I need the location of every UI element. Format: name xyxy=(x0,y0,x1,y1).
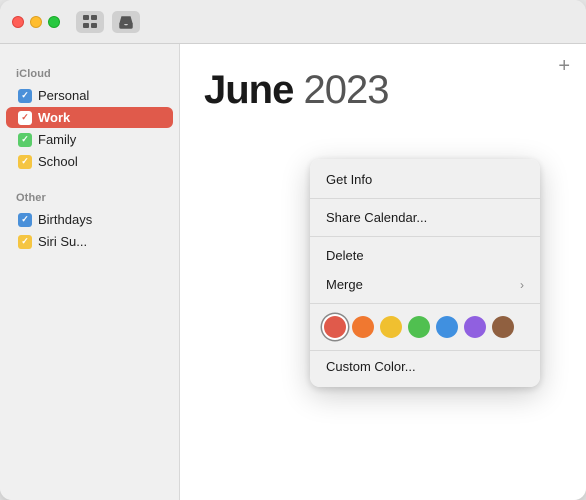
color-green[interactable] xyxy=(408,316,430,338)
add-button[interactable]: + xyxy=(558,56,570,76)
personal-checkbox xyxy=(18,89,32,103)
family-label: Family xyxy=(38,132,76,147)
siri-checkbox xyxy=(18,235,32,249)
sidebar-item-personal[interactable]: Personal xyxy=(6,85,173,106)
menu-separator-3 xyxy=(310,303,540,304)
sidebar-item-siri[interactable]: Siri Su... xyxy=(6,231,173,252)
sidebar-item-birthdays[interactable]: Birthdays xyxy=(6,209,173,230)
menu-separator-4 xyxy=(310,350,540,351)
app-window: iCloud Personal Work Family School Other xyxy=(0,0,586,500)
traffic-lights xyxy=(12,16,60,28)
icloud-section-label: iCloud xyxy=(0,64,179,84)
color-blue[interactable] xyxy=(436,316,458,338)
birthdays-checkbox xyxy=(18,213,32,227)
personal-label: Personal xyxy=(38,88,89,103)
other-section-label: Other xyxy=(0,188,179,208)
year-value: 2023 xyxy=(303,68,388,112)
color-purple[interactable] xyxy=(464,316,486,338)
month-name: June xyxy=(204,68,293,112)
close-button[interactable] xyxy=(12,16,24,28)
sidebar: iCloud Personal Work Family School Other xyxy=(0,44,180,500)
content-area: iCloud Personal Work Family School Other xyxy=(0,44,586,500)
menu-item-custom-color[interactable]: Custom Color... xyxy=(310,355,540,381)
work-checkbox xyxy=(18,111,32,125)
main-content: + June 2023 Get Info Share Calendar... D… xyxy=(180,44,586,500)
work-label: Work xyxy=(38,110,70,125)
sidebar-item-family[interactable]: Family xyxy=(6,129,173,150)
menu-separator-1 xyxy=(310,198,540,199)
toolbar-icons xyxy=(76,11,140,33)
maximize-button[interactable] xyxy=(48,16,60,28)
calendar-grid-icon[interactable] xyxy=(76,11,104,33)
context-menu: Get Info Share Calendar... Delete Merge … xyxy=(310,159,540,387)
color-brown[interactable] xyxy=(492,316,514,338)
color-red[interactable] xyxy=(324,316,346,338)
school-label: School xyxy=(38,154,78,169)
menu-item-share-calendar[interactable]: Share Calendar... xyxy=(310,203,540,232)
color-yellow[interactable] xyxy=(380,316,402,338)
birthdays-label: Birthdays xyxy=(38,212,92,227)
inbox-svg xyxy=(118,14,134,30)
menu-item-delete[interactable]: Delete xyxy=(310,241,540,270)
minimize-button[interactable] xyxy=(30,16,42,28)
menu-item-merge[interactable]: Merge › xyxy=(310,270,540,299)
siri-label: Siri Su... xyxy=(38,234,87,249)
menu-separator-2 xyxy=(310,236,540,237)
color-orange[interactable] xyxy=(352,316,374,338)
grid-icon xyxy=(82,14,98,30)
sidebar-item-work[interactable]: Work xyxy=(6,107,173,128)
month-title: June 2023 xyxy=(204,68,562,113)
color-picker-row xyxy=(310,308,540,346)
merge-chevron-icon: › xyxy=(520,278,524,292)
family-checkbox xyxy=(18,133,32,147)
sidebar-item-school[interactable]: School xyxy=(6,151,173,172)
school-checkbox xyxy=(18,155,32,169)
title-bar xyxy=(0,0,586,44)
menu-item-get-info[interactable]: Get Info xyxy=(310,165,540,194)
inbox-icon[interactable] xyxy=(112,11,140,33)
